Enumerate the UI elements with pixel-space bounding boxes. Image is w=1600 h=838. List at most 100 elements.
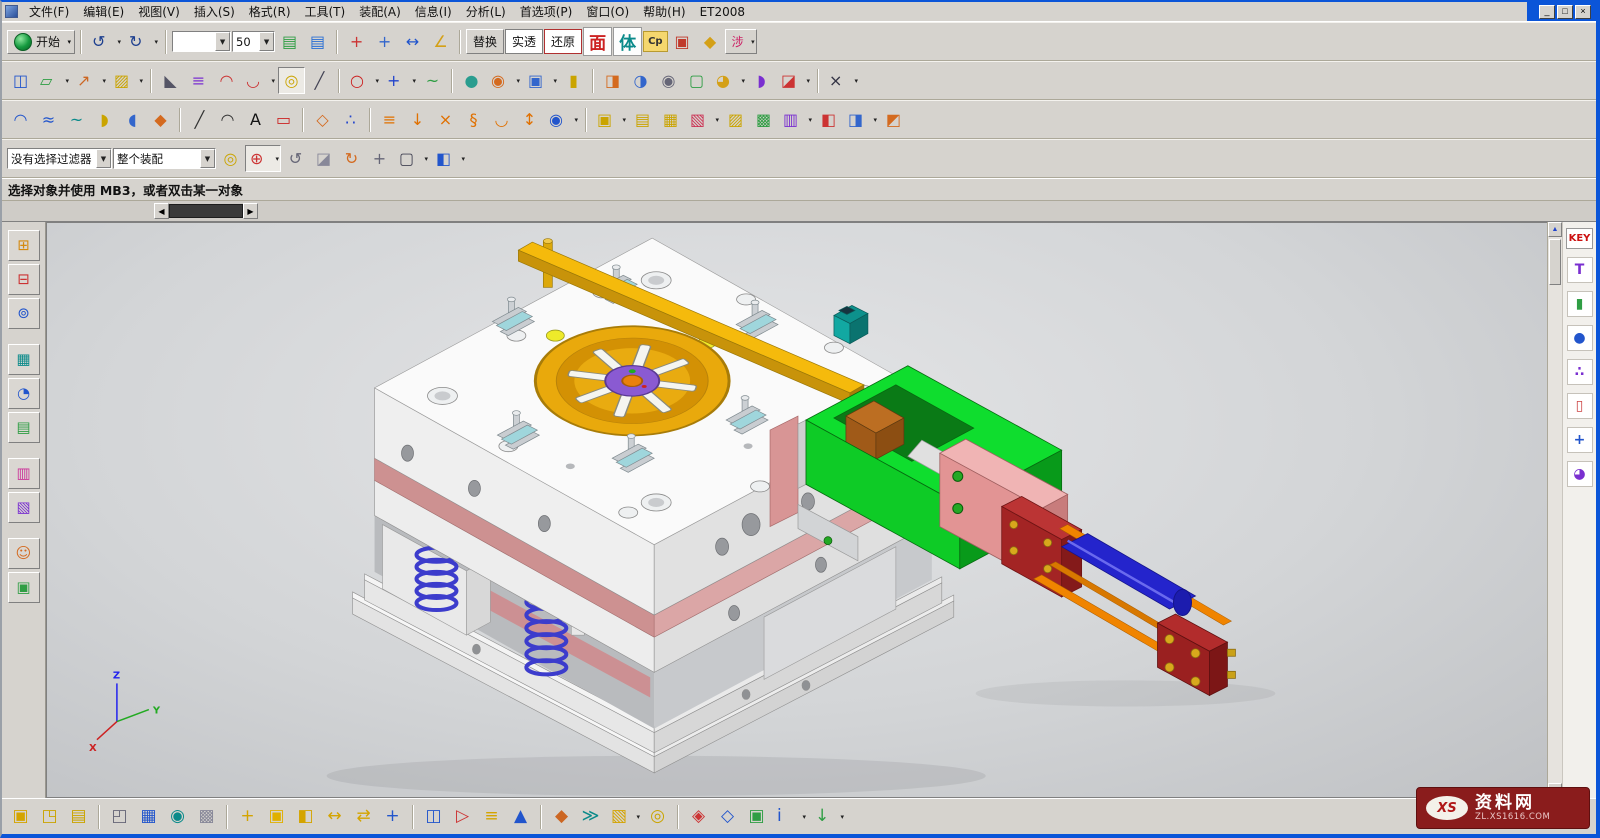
rectangle-tool-icon[interactable]: ▭: [270, 106, 297, 133]
selection-scope-combo-dropdown-icon[interactable]: ▼: [200, 149, 215, 168]
assembly-constraints-icon[interactable]: +: [379, 803, 406, 830]
selection-scope-combo[interactable]: 整个装配▼: [113, 148, 216, 169]
revolve-icon[interactable]: ◑: [627, 67, 654, 94]
corner-curve-icon[interactable]: ◣: [157, 67, 184, 94]
circle-tool-icon[interactable]: ○▾: [345, 67, 381, 94]
constraint-navigator-icon[interactable]: ⊟: [8, 264, 40, 295]
open-component-icon[interactable]: ◳: [36, 803, 63, 830]
reuse-library-icon[interactable]: ▦: [8, 344, 40, 375]
start-button[interactable]: 开始▾: [7, 30, 75, 54]
line-tool-icon[interactable]: ╱: [306, 67, 333, 94]
sheet-from-curves-icon[interactable]: ▤: [629, 106, 656, 133]
menu-format[interactable]: 格式(R): [242, 1, 298, 22]
bounded-plane-icon[interactable]: ▦: [657, 106, 684, 133]
two-window-icon[interactable]: ◫: [7, 67, 34, 94]
explode-view-icon[interactable]: ◆: [548, 803, 575, 830]
view-palette-icon[interactable]: ▤: [8, 412, 40, 443]
through-curves-icon[interactable]: ≈: [35, 106, 62, 133]
purple-ball-icon[interactable]: ◕: [1567, 461, 1593, 487]
refresh-view-icon[interactable]: ↻: [338, 145, 365, 172]
model-3d-view[interactable]: Z Y X: [47, 223, 1547, 797]
arc-curve-icon[interactable]: ◠: [213, 67, 240, 94]
visualization-icon[interactable]: ▧: [8, 492, 40, 523]
n-sided-surface-icon[interactable]: ◖: [119, 106, 146, 133]
pattern-grid-icon[interactable]: ▦: [135, 803, 162, 830]
layer-visibility-icon[interactable]: ▤: [276, 28, 303, 55]
arc-tool-icon[interactable]: ◠: [214, 106, 241, 133]
history-palette-icon[interactable]: ◔: [8, 378, 40, 409]
spline-tool-icon[interactable]: ~: [419, 67, 446, 94]
menu-insert[interactable]: 插入(S): [187, 1, 242, 22]
wave-geometry-icon[interactable]: ◎: [644, 803, 671, 830]
edge-blend-icon[interactable]: ◕▾: [711, 67, 747, 94]
shell-feature-icon[interactable]: ▢: [683, 67, 710, 94]
replace-button[interactable]: 替换: [466, 29, 504, 54]
intersection-curve-icon[interactable]: ×: [432, 106, 459, 133]
boolean-unite-icon[interactable]: ◉▾: [486, 67, 522, 94]
dynamic-wcs-icon[interactable]: +: [371, 28, 398, 55]
snap-point-icon[interactable]: ⊕▾: [245, 145, 281, 172]
scroll-up-button[interactable]: ▲: [1548, 222, 1562, 237]
menu-window[interactable]: 窗口(O): [579, 1, 636, 22]
menu-edit[interactable]: 编辑(E): [76, 1, 131, 22]
t-handle-icon[interactable]: T: [1567, 257, 1593, 283]
menu-view[interactable]: 视图(V): [131, 1, 187, 22]
cue-scroll-right-button[interactable]: ▶: [243, 203, 258, 219]
gold-solid-icon[interactable]: ◆: [697, 28, 724, 55]
snapshot-icon[interactable]: ◉: [164, 803, 191, 830]
sphere-cluster-icon[interactable]: ●: [1567, 325, 1593, 351]
sync-constraint-icon[interactable]: ×▾: [824, 67, 860, 94]
vertical-scrollbar[interactable]: ▲ ▼: [1547, 222, 1562, 798]
restore-button[interactable]: 还原: [544, 29, 582, 54]
interference-she-button[interactable]: 涉▾: [725, 29, 757, 54]
import-tool-icon[interactable]: ↓▾: [810, 803, 846, 830]
conic-curve-icon[interactable]: ◡▾: [241, 67, 277, 94]
graphics-canvas[interactable]: Z Y X: [46, 222, 1547, 798]
block-feature-icon[interactable]: ▣▾: [523, 67, 559, 94]
create-in-place-icon[interactable]: ◧: [292, 803, 319, 830]
green-capsule-icon[interactable]: ▮: [1567, 291, 1593, 317]
component-folder-icon[interactable]: ▤: [65, 803, 92, 830]
promote-body-icon[interactable]: ▲: [507, 803, 534, 830]
arrangements-icon[interactable]: ▧▾: [606, 803, 642, 830]
dotted-ball-icon[interactable]: ∴: [1567, 359, 1593, 385]
add-component-icon[interactable]: +: [234, 803, 261, 830]
layer-settings-icon[interactable]: ▤: [304, 28, 331, 55]
clearance-browser-icon[interactable]: ◇: [714, 803, 741, 830]
point-set-icon[interactable]: ∴: [337, 106, 364, 133]
measure-angle-icon[interactable]: ∠: [427, 28, 454, 55]
instance-array-icon[interactable]: ≡: [185, 67, 212, 94]
display-mode-cube-icon[interactable]: ◧▾: [431, 145, 467, 172]
find-component-icon[interactable]: ▣: [7, 803, 34, 830]
chamfer-icon[interactable]: ◗: [748, 67, 775, 94]
menu-assemblies[interactable]: 装配(A): [352, 1, 408, 22]
undo-icon[interactable]: ↺▾: [87, 28, 123, 55]
measure-distance-icon[interactable]: ↔: [399, 28, 426, 55]
move-component-icon[interactable]: ↔: [321, 803, 348, 830]
datum-axis-icon[interactable]: ↗▾: [72, 67, 108, 94]
extend-sheet-icon[interactable]: ◨▾: [843, 106, 879, 133]
vertical-scroll-track[interactable]: [1548, 237, 1562, 783]
assembly-sequence-icon[interactable]: ≫: [577, 803, 604, 830]
gray-parts-icon[interactable]: ▩: [193, 803, 220, 830]
wave-linker-icon[interactable]: ◎: [278, 67, 305, 94]
isocline-curve-icon[interactable]: ◉▾: [544, 106, 580, 133]
hydraulic-cylinder[interactable]: [1002, 496, 1236, 695]
replace-component-icon[interactable]: ⇄: [350, 803, 377, 830]
cylinder-feature-icon[interactable]: ▮: [560, 67, 587, 94]
work-layer-combo[interactable]: 50▼: [232, 31, 275, 52]
boolean-red-cube-icon[interactable]: ▣: [669, 28, 696, 55]
combined-projection-icon[interactable]: ↕: [516, 106, 543, 133]
wrap-curve-icon[interactable]: ◡: [488, 106, 515, 133]
cue-scroll-thumb[interactable]: [169, 204, 243, 218]
orient-wcs-icon[interactable]: +: [343, 28, 370, 55]
menu-file[interactable]: 文件(F): [22, 1, 76, 22]
thicken-sheet-icon[interactable]: ▧▾: [685, 106, 721, 133]
pattern-component-icon[interactable]: ≡: [478, 803, 505, 830]
face-select-button[interactable]: 面: [583, 27, 612, 56]
copy-tool-button[interactable]: Cp: [643, 31, 668, 52]
interpart-link-icon[interactable]: ◎: [217, 145, 244, 172]
sew-sheet-icon[interactable]: ▨: [722, 106, 749, 133]
system-scene-icon[interactable]: ▣: [8, 572, 40, 603]
sphere-feature-icon[interactable]: ●: [458, 67, 485, 94]
